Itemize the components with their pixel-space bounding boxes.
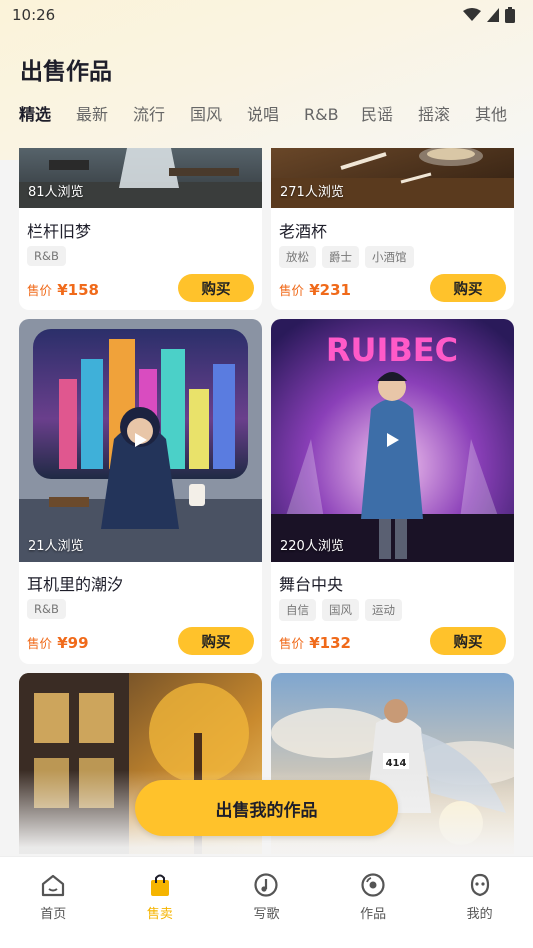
tab-folk[interactable]: 民谣 bbox=[361, 100, 418, 136]
home-icon bbox=[42, 874, 65, 897]
tab-pop[interactable]: 流行 bbox=[133, 100, 190, 136]
price-value: ¥99 bbox=[57, 634, 89, 652]
tab-rap[interactable]: 说唱 bbox=[247, 100, 304, 136]
play-icon[interactable] bbox=[131, 431, 149, 449]
view-count: 21人浏览 bbox=[28, 539, 84, 554]
page-title: 出售作品 bbox=[20, 59, 112, 85]
buy-button[interactable]: 购买 bbox=[430, 274, 506, 302]
work-tag: 小酒馆 bbox=[365, 246, 414, 268]
category-tabs: 精选 最新 流行 国风 说唱 R&B 民谣 摇滚 其他 bbox=[0, 100, 533, 136]
view-count: 220人浏览 bbox=[280, 539, 344, 554]
play-icon[interactable] bbox=[383, 431, 401, 449]
work-title: 老酒杯 bbox=[279, 222, 328, 241]
work-card[interactable]: 21人浏览 耳机里的潮汐 R&B 售价 ¥99 购买 bbox=[19, 319, 262, 664]
nav-works[interactable]: 作品 bbox=[320, 857, 427, 948]
nav-profile[interactable]: 我的 bbox=[426, 857, 533, 948]
buy-button[interactable]: 购买 bbox=[430, 627, 506, 655]
sell-my-work-button[interactable]: 出售我的作品 bbox=[135, 780, 398, 836]
disc-icon bbox=[361, 873, 385, 897]
price-label: 售价 bbox=[279, 636, 305, 651]
tab-featured[interactable]: 精选 bbox=[19, 100, 76, 136]
bottom-nav: 首页 售卖 写歌 作品 我的 bbox=[0, 856, 533, 948]
tab-latest[interactable]: 最新 bbox=[76, 100, 133, 136]
work-title: 栏杆旧梦 bbox=[27, 222, 92, 241]
price-label: 售价 bbox=[27, 283, 53, 298]
price-label: 售价 bbox=[27, 636, 53, 651]
nav-home[interactable]: 首页 bbox=[0, 857, 107, 948]
work-cover-image: 271人浏览 bbox=[271, 148, 514, 208]
work-tag: 国风 bbox=[322, 599, 359, 621]
work-tag: 放松 bbox=[279, 246, 316, 268]
tab-rnb[interactable]: R&B bbox=[304, 100, 361, 136]
work-tags: R&B bbox=[27, 599, 66, 619]
tab-guofeng[interactable]: 国风 bbox=[190, 100, 247, 136]
status-time: 10:26 bbox=[12, 6, 56, 24]
works-feed: 81人浏览 栏杆旧梦 R&B 售价 ¥158 购买 271人浏览 老酒杯 放松 … bbox=[0, 148, 533, 854]
nav-label: 首页 bbox=[40, 907, 67, 922]
buy-button[interactable]: 购买 bbox=[178, 627, 254, 655]
work-tags: 放松 爵士 小酒馆 bbox=[279, 246, 414, 268]
work-tag: R&B bbox=[27, 599, 66, 619]
nav-compose[interactable]: 写歌 bbox=[213, 857, 320, 948]
svg-text:RUIBEC: RUIBEC bbox=[326, 331, 458, 369]
battery-icon bbox=[505, 7, 515, 23]
view-count: 81人浏览 bbox=[28, 185, 84, 200]
tab-other[interactable]: 其他 bbox=[475, 100, 532, 136]
work-card[interactable]: 81人浏览 栏杆旧梦 R&B 售价 ¥158 购买 bbox=[19, 148, 262, 310]
bag-icon bbox=[150, 874, 169, 896]
work-card[interactable]: 271人浏览 老酒杯 放松 爵士 小酒馆 售价 ¥231 购买 bbox=[271, 148, 514, 310]
status-bar: 10:26 bbox=[0, 0, 533, 30]
price-label: 售价 bbox=[279, 283, 305, 298]
work-tag: 运动 bbox=[365, 599, 402, 621]
work-title: 耳机里的潮汐 bbox=[27, 575, 124, 594]
work-tags: R&B bbox=[27, 246, 66, 266]
work-price: 售价 ¥231 bbox=[279, 280, 351, 299]
price-value: ¥231 bbox=[309, 281, 351, 299]
nav-label: 售卖 bbox=[146, 907, 173, 922]
svg-text:414: 414 bbox=[386, 758, 407, 769]
work-cover-image: 81人浏览 bbox=[19, 148, 262, 208]
nav-label: 我的 bbox=[466, 907, 493, 922]
work-tag: 自信 bbox=[279, 599, 316, 621]
signal-icon bbox=[487, 8, 499, 22]
work-tag: R&B bbox=[27, 246, 66, 266]
buy-button[interactable]: 购买 bbox=[178, 274, 254, 302]
nav-sell[interactable]: 售卖 bbox=[107, 857, 214, 948]
price-value: ¥158 bbox=[57, 281, 99, 299]
work-price: 售价 ¥158 bbox=[27, 280, 99, 299]
nav-label: 写歌 bbox=[253, 907, 280, 922]
work-price: 售价 ¥99 bbox=[27, 633, 89, 652]
work-tags: 自信 国风 运动 bbox=[279, 599, 402, 621]
view-count: 271人浏览 bbox=[280, 185, 344, 200]
work-title: 舞台中央 bbox=[279, 575, 344, 594]
compose-icon bbox=[254, 873, 279, 897]
nav-label: 作品 bbox=[360, 907, 387, 922]
profile-icon bbox=[470, 873, 489, 897]
work-price: 售价 ¥132 bbox=[279, 633, 351, 652]
work-cover-image: RUIBEC 220人浏览 bbox=[271, 319, 514, 562]
work-card[interactable]: RUIBEC 220人浏览 舞台中央 自信 国风 运动 售价 ¥132 购买 bbox=[271, 319, 514, 664]
work-cover-image: 21人浏览 bbox=[19, 319, 262, 562]
work-tag: 爵士 bbox=[322, 246, 359, 268]
status-icons bbox=[463, 7, 515, 23]
wifi-icon bbox=[463, 8, 481, 21]
price-value: ¥132 bbox=[309, 634, 351, 652]
tab-rock[interactable]: 摇滚 bbox=[418, 100, 475, 136]
